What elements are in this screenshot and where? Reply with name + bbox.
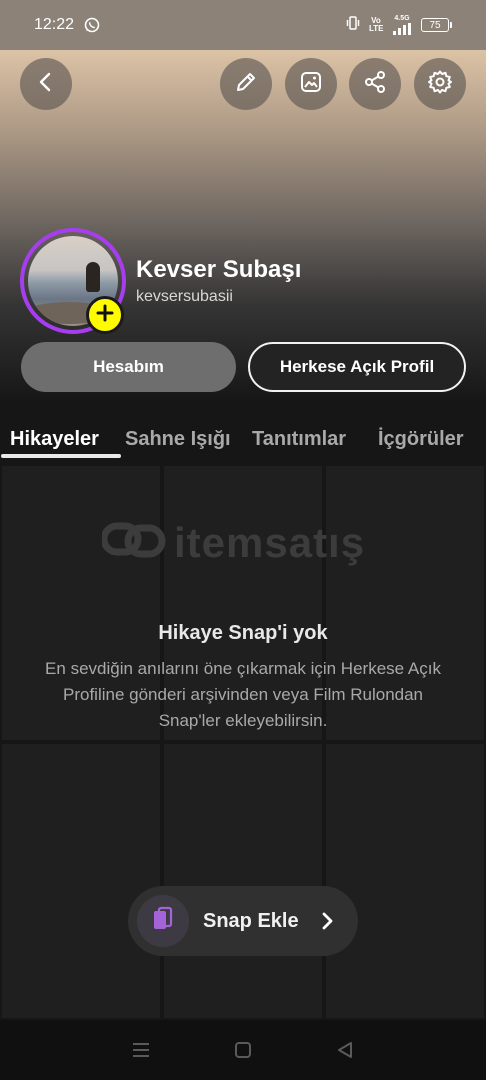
public-profile-button[interactable]: Herkese Açık Profil (248, 342, 466, 392)
gear-icon (427, 69, 453, 100)
edit-button[interactable] (220, 58, 272, 110)
menu-icon[interactable] (121, 1030, 161, 1070)
my-account-button[interactable]: Hesabım (21, 342, 236, 392)
tab-stories[interactable]: Hikayeler (10, 428, 99, 451)
battery-level: 75 (421, 18, 449, 32)
system-nav-bar (0, 1020, 486, 1080)
signal-icon: 4.5G (392, 15, 412, 35)
chevron-right-icon (320, 911, 336, 931)
image-icon (299, 70, 323, 99)
grid-cell (164, 744, 322, 1018)
status-bar: 12:22 Vo LTE 4.5G 75 (0, 0, 486, 50)
tab-lenses[interactable]: Tanıtımlar (252, 428, 346, 451)
battery-icon: 75 (421, 18, 452, 32)
share-icon (363, 70, 387, 99)
profile-header: Kevser Subaşı kevsersubasii Hesabım Herk… (0, 50, 486, 406)
network-label: 4.5G (394, 15, 410, 22)
tab-spotlight[interactable]: Sahne Işığı (125, 428, 231, 451)
display-name: Kevser Subaşı (136, 256, 302, 283)
chevron-left-icon (35, 71, 57, 98)
status-time: 12:22 (34, 16, 75, 33)
pages-icon (151, 906, 175, 937)
active-tab-indicator (1, 454, 121, 458)
add-snap-label: Snap Ekle (203, 909, 299, 932)
status-icons: Vo LTE 4.5G 75 (346, 15, 452, 36)
empty-state-title: Hikaye Snap'i yok (158, 622, 328, 644)
add-story-button[interactable] (86, 296, 124, 334)
watermark-logo-icon (100, 518, 166, 567)
vibrate-icon (346, 15, 360, 36)
empty-state-description: En sevdiğin anılarını öne çıkarmak için … (45, 659, 441, 730)
grid-cell (2, 744, 160, 1018)
background-image-button[interactable] (285, 58, 337, 110)
volte-label: Vo LTE (369, 16, 384, 33)
pencil-icon (234, 70, 258, 99)
add-snap-button[interactable]: Snap Ekle (128, 886, 358, 956)
home-icon[interactable] (223, 1030, 263, 1070)
share-button[interactable] (349, 58, 401, 110)
back-icon[interactable] (325, 1030, 365, 1070)
tab-insights[interactable]: İçgörüler (378, 428, 464, 451)
grid-cell (326, 744, 484, 1018)
watermark-text: itemsatış (174, 518, 366, 566)
username: kevsersubasii (136, 288, 233, 305)
plus-icon (95, 303, 115, 328)
tab-bar: Hikayeler Sahne Işığı Tanıtımlar İçgörül… (0, 406, 486, 464)
back-button[interactable] (20, 58, 72, 110)
settings-button[interactable] (414, 58, 466, 110)
watermark: itemsatış (100, 518, 366, 567)
whatsapp-icon (84, 17, 100, 33)
add-snap-icon-circle (137, 895, 189, 947)
